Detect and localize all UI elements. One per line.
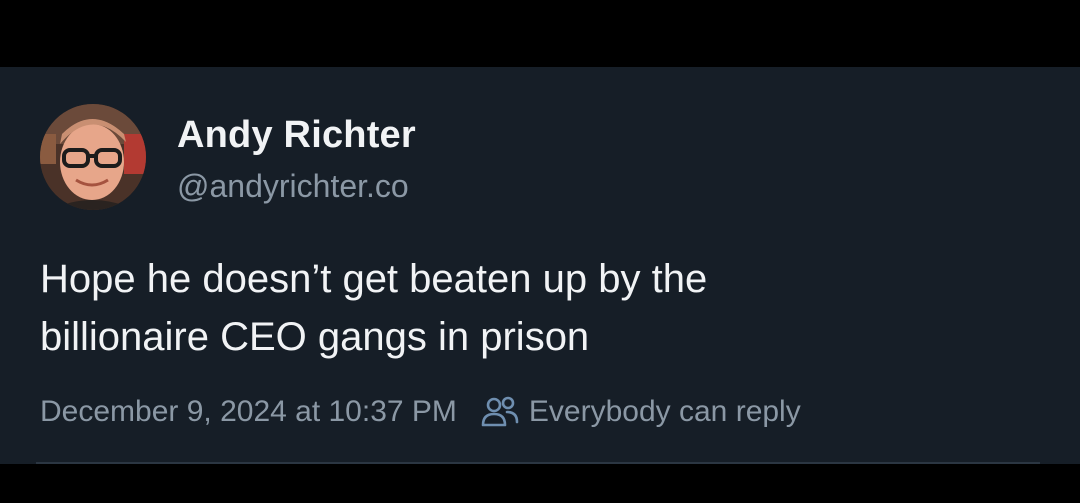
author-handle[interactable]: @andyrichter.co xyxy=(177,168,409,205)
post-meta: December 9, 2024 at 10:37 PM Everybody c… xyxy=(40,392,801,432)
reply-setting[interactable]: Everybody can reply xyxy=(481,395,801,429)
post-text: Hope he doesn’t get beaten up by the bil… xyxy=(40,250,1040,366)
post-text-line: Hope he doesn’t get beaten up by the xyxy=(40,257,708,301)
avatar-photo xyxy=(40,104,146,210)
author-avatar[interactable] xyxy=(40,104,146,210)
post-text-line: billionaire CEO gangs in prison xyxy=(40,315,590,359)
top-letterbox xyxy=(0,0,1080,67)
author-name[interactable]: Andy Richter xyxy=(177,114,416,157)
bottom-letterbox xyxy=(0,464,1080,503)
reply-setting-label: Everybody can reply xyxy=(528,395,801,428)
post-timestamp[interactable]: December 9, 2024 at 10:37 PM xyxy=(40,395,457,429)
people-icon xyxy=(481,395,519,429)
